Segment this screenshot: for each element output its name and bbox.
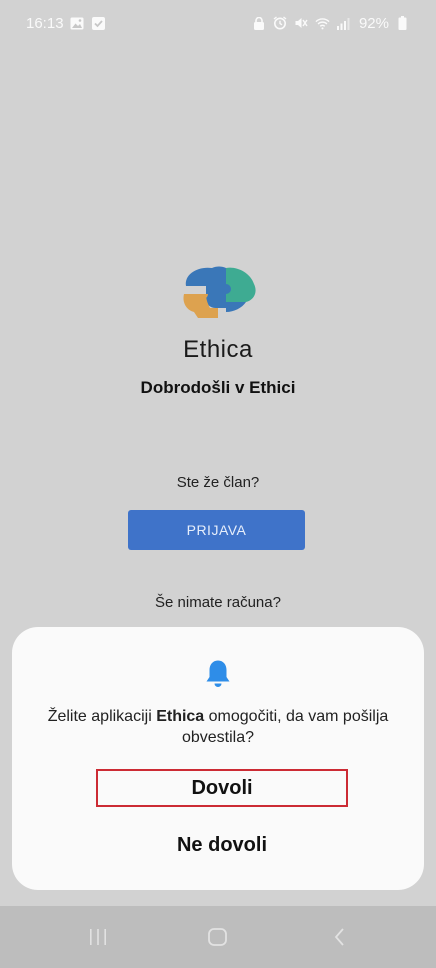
ethica-logo-icon [176, 264, 260, 324]
status-bar-left: 16:13 [26, 15, 106, 32]
status-bar-right: 92% [252, 15, 410, 32]
dialog-message-prefix: Želite aplikaciji [47, 708, 157, 725]
alarm-icon [273, 16, 288, 31]
allow-button[interactable]: Dovoli [96, 769, 348, 807]
dialog-message: Želite aplikaciji Ethica omogočiti, da v… [32, 706, 404, 748]
status-time: 16:13 [26, 14, 64, 32]
member-question-text: Ste že član? [176, 474, 260, 491]
notification-permission-dialog: Želite aplikaciji Ethica omogočiti, da v… [12, 627, 424, 890]
deny-button[interactable]: Ne dovoli [96, 826, 348, 864]
recent-apps-icon[interactable] [83, 922, 113, 952]
check-icon [91, 16, 106, 31]
signal-icon [336, 16, 351, 31]
mute-icon [294, 16, 309, 31]
dialog-message-suffix: omogočiti, da vam pošilja obvestila? [181, 708, 389, 746]
no-account-text: Še nimate računa? [155, 594, 281, 611]
home-icon[interactable] [203, 922, 233, 952]
lock-icon [252, 16, 267, 31]
welcome-title: Dobrodošli v Ethici [140, 378, 296, 397]
bell-icon [205, 659, 231, 689]
navigation-bar [0, 906, 436, 968]
status-bar: 16:13 92% [0, 0, 436, 46]
dialog-message-app-name: Ethica [156, 708, 205, 725]
back-icon[interactable] [325, 922, 355, 952]
login-button[interactable]: PRIJAVA [128, 510, 305, 550]
battery-icon [395, 16, 410, 31]
gallery-icon [70, 16, 85, 31]
brand-name: Ethica [183, 336, 253, 363]
battery-percentage: 92% [358, 14, 389, 32]
wifi-icon [315, 16, 330, 31]
